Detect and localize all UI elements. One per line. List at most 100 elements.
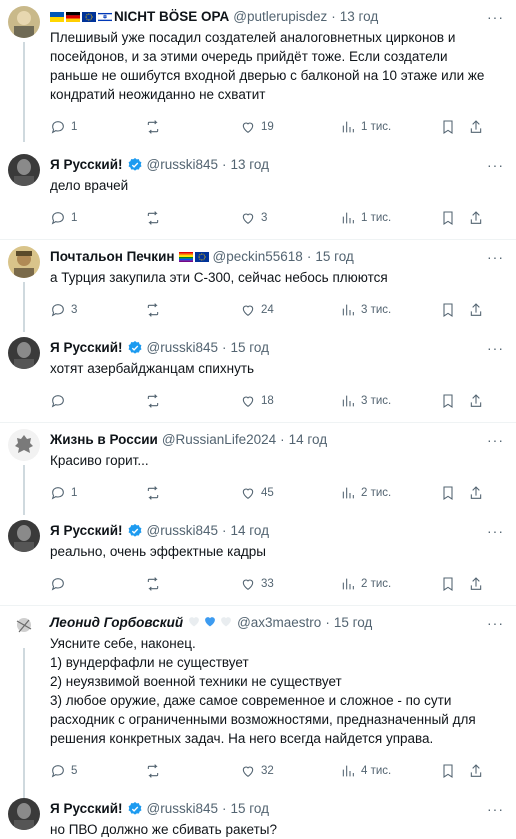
display-name[interactable]: Жизнь в России (50, 431, 158, 449)
more-options-icon[interactable]: ··· (487, 248, 508, 266)
display-name[interactable]: NICHT BÖSE OPA (114, 8, 229, 26)
avatar[interactable] (8, 337, 40, 369)
bookmark-button[interactable] (440, 393, 468, 409)
reply-icon (51, 304, 64, 317)
views-button[interactable]: 1 тис. (340, 210, 440, 226)
timestamp[interactable]: 13 год (340, 8, 378, 26)
display-name[interactable]: Я Русский! (50, 156, 123, 174)
tweet[interactable]: Я Русский! @russki845 · 14 год ··· реаль… (0, 514, 516, 606)
user-handle[interactable]: @russki845 (147, 339, 218, 357)
timestamp[interactable]: 15 год (230, 800, 268, 818)
tweet-text: хотят азербайджанцам спихнуть (50, 361, 255, 376)
retweet-button[interactable] (145, 393, 240, 409)
tweet[interactable]: NICHT BÖSE OPA @putlerupisdez · 13 год ·… (0, 0, 516, 148)
retweet-button[interactable] (145, 119, 240, 135)
bookmark-button[interactable] (440, 763, 468, 779)
avatar[interactable] (8, 612, 40, 644)
reply-button[interactable]: 3 (50, 302, 145, 318)
share-button[interactable] (468, 763, 488, 779)
user-handle[interactable]: @RussianLife2024 (162, 431, 276, 449)
display-name[interactable]: Я Русский! (50, 522, 123, 540)
reply-button[interactable] (50, 393, 145, 409)
tweet[interactable]: Я Русский! @russki845 · 13 год ··· дело … (0, 148, 516, 240)
bookmark-button[interactable] (440, 576, 468, 592)
avatar[interactable] (8, 246, 40, 278)
tweet[interactable]: Я Русский! @russki845 · 15 год ··· хотят… (0, 331, 516, 423)
avatar[interactable] (8, 798, 40, 830)
like-button[interactable]: 33 (240, 576, 340, 592)
more-options-icon[interactable]: ··· (487, 431, 508, 449)
reply-button[interactable]: 1 (50, 485, 145, 501)
like-button[interactable]: 45 (240, 485, 340, 501)
user-handle[interactable]: @russki845 (147, 156, 218, 174)
retweet-button[interactable] (145, 302, 240, 318)
more-options-icon[interactable]: ··· (487, 339, 508, 357)
timestamp[interactable]: 14 год (230, 522, 268, 540)
user-handle[interactable]: @ax3maestro (237, 614, 321, 632)
more-options-icon[interactable]: ··· (487, 800, 508, 818)
tweet[interactable]: Почтальон Печкин @peckin55618 · 15 год ·… (0, 240, 516, 332)
bookmark-icon (443, 486, 453, 500)
user-handle[interactable]: @putlerupisdez (233, 8, 327, 26)
timestamp[interactable]: 14 год (289, 431, 327, 449)
avatar[interactable] (8, 429, 40, 461)
verified-badge-icon (128, 524, 141, 537)
display-name[interactable]: Я Русский! (50, 800, 123, 818)
user-handle[interactable]: @russki845 (147, 800, 218, 818)
retweet-button[interactable] (145, 576, 240, 592)
retweet-button[interactable] (145, 485, 240, 501)
views-button[interactable]: 3 тис. (340, 302, 440, 318)
reply-button[interactable]: 5 (50, 763, 145, 779)
like-button[interactable]: 32 (240, 763, 340, 779)
more-options-icon[interactable]: ··· (487, 614, 508, 632)
display-name[interactable]: Я Русский! (50, 339, 123, 357)
timestamp[interactable]: 15 год (230, 339, 268, 357)
reply-button[interactable]: 1 (50, 119, 145, 135)
thread-line (23, 282, 25, 332)
tweet[interactable]: Леонид Горбовский @ax3maestro · 15 год ·… (0, 606, 516, 803)
bookmark-button[interactable] (440, 485, 468, 501)
share-icon (470, 211, 482, 224)
bookmark-button[interactable] (440, 210, 468, 226)
separator-dot: · (221, 157, 227, 172)
share-button[interactable] (468, 210, 488, 226)
tweet[interactable]: Я Русский! @russki845 · 15 год ··· но ПВ… (0, 792, 516, 839)
display-name[interactable]: Почтальон Печкин (50, 248, 175, 266)
retweet-button[interactable] (145, 763, 240, 779)
share-button[interactable] (468, 302, 488, 318)
avatar[interactable] (8, 520, 40, 552)
display-name[interactable]: Леонид Горбовский (50, 614, 183, 632)
more-options-icon[interactable]: ··· (487, 8, 508, 26)
timestamp[interactable]: 13 год (230, 156, 268, 174)
user-handle[interactable]: @peckin55618 (213, 248, 303, 266)
views-button[interactable]: 2 тис. (340, 485, 440, 501)
avatar[interactable] (8, 6, 40, 38)
like-button[interactable]: 24 (240, 302, 340, 318)
more-options-icon[interactable]: ··· (487, 522, 508, 540)
reply-button[interactable] (50, 576, 145, 592)
timestamp[interactable]: 15 год (334, 614, 372, 632)
avatar[interactable] (8, 154, 40, 186)
tweet-text-line: 3) любое оружие, даже самое современное … (50, 693, 476, 746)
like-button[interactable]: 18 (240, 393, 340, 409)
share-button[interactable] (468, 576, 488, 592)
like-button[interactable]: 19 (240, 119, 340, 135)
views-button[interactable]: 1 тис. (340, 119, 440, 135)
tweet-text: Плешивый уже посадил создателей аналогов… (50, 30, 485, 102)
share-button[interactable] (468, 119, 488, 135)
retweet-button[interactable] (145, 210, 240, 226)
user-handle[interactable]: @russki845 (147, 522, 218, 540)
bookmark-button[interactable] (440, 302, 468, 318)
views-button[interactable]: 2 тис. (340, 576, 440, 592)
reply-button[interactable]: 1 (50, 210, 145, 226)
timestamp[interactable]: 15 год (315, 248, 353, 266)
tweet[interactable]: Жизнь в России @RussianLife2024 · 14 год… (0, 423, 516, 515)
views-button[interactable]: 3 тис. (340, 393, 440, 409)
share-button[interactable] (468, 485, 488, 501)
views-button[interactable]: 4 тис. (340, 763, 440, 779)
more-options-icon[interactable]: ··· (487, 156, 508, 174)
share-icon (470, 394, 482, 407)
share-button[interactable] (468, 393, 488, 409)
bookmark-button[interactable] (440, 119, 468, 135)
like-button[interactable]: 3 (240, 210, 340, 226)
